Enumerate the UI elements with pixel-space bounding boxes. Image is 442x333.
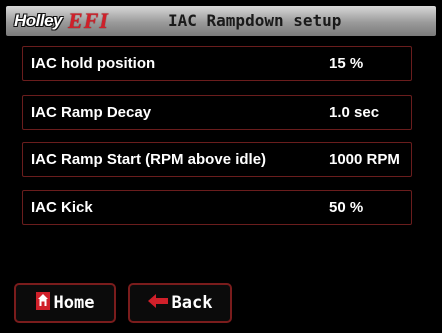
setting-value: 1000 RPM (329, 151, 400, 168)
holley-efi-logo: Holley EFI (14, 8, 109, 33)
setting-row-iac-ramp-decay[interactable]: IAC Ramp Decay 1.0 sec (22, 95, 412, 130)
logo-holley-text: Holley (14, 11, 63, 30)
setting-label: IAC Ramp Decay (31, 104, 152, 121)
home-icon (35, 291, 50, 315)
left-arrow-icon (147, 293, 168, 313)
setting-value: 15 % (329, 55, 364, 72)
setting-value: 1.0 sec (329, 104, 380, 121)
home-button[interactable]: Home (14, 283, 116, 323)
home-button-label: Home (53, 293, 95, 313)
setting-row-iac-hold-position[interactable]: IAC hold position 15 % (22, 46, 412, 81)
setting-label: IAC Ramp Start (RPM above idle) (31, 151, 267, 168)
setting-label: IAC Kick (31, 199, 93, 216)
setting-row-iac-kick[interactable]: IAC Kick 50 % (22, 190, 412, 225)
logo-efi-text: EFI (68, 8, 109, 33)
page-title: IAC Rampdown setup (168, 11, 342, 30)
setting-row-iac-ramp-start[interactable]: IAC Ramp Start (RPM above idle) 1000 RPM (22, 142, 412, 177)
setting-value: 50 % (329, 199, 364, 216)
back-button[interactable]: Back (128, 283, 232, 323)
back-button-label: Back (171, 293, 213, 313)
setting-label: IAC hold position (31, 55, 156, 72)
title-bar: Holley EFI IAC Rampdown setup (6, 6, 436, 36)
